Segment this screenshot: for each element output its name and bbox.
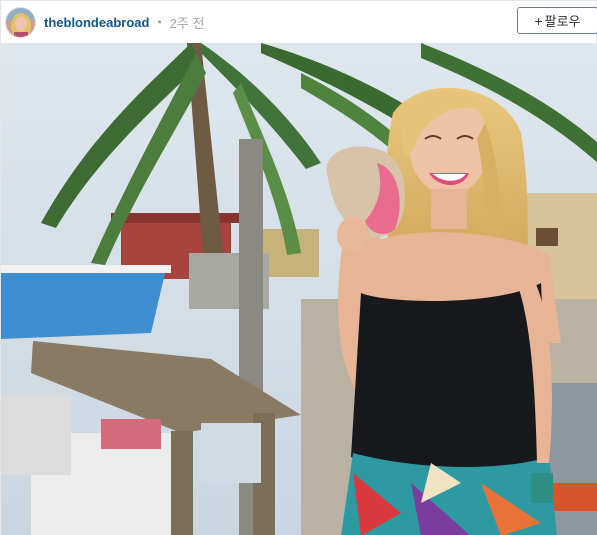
post-header: theblondeabroad • 2주 전 + 팔로우 [1, 1, 597, 43]
avatar[interactable] [5, 6, 36, 38]
instagram-post: theblondeabroad • 2주 전 + 팔로우 [0, 0, 597, 535]
username-link[interactable]: theblondeabroad [44, 15, 149, 30]
follow-button[interactable]: + 팔로우 [517, 7, 597, 34]
beach-photo [1, 43, 597, 535]
post-timestamp[interactable]: 2주 전 [170, 13, 205, 32]
separator-dot: • [157, 15, 162, 29]
post-photo[interactable] [1, 43, 597, 535]
avatar-image [6, 7, 35, 37]
plus-icon: + [534, 12, 543, 29]
follow-button-label: 팔로우 [544, 14, 581, 29]
